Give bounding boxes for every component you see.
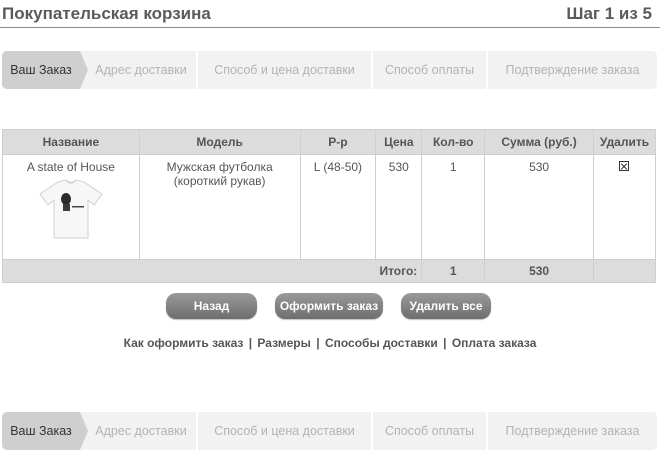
step-payment-method[interactable]: Способ оплаты [373,51,488,89]
cell-sum: 530 [484,154,594,260]
step-delivery-method[interactable]: Способ и цена доставки [198,412,373,450]
link-separator: | [316,336,320,350]
product-name-link[interactable]: A state of House [3,160,139,174]
column-header-sum: Сумма (руб.) [484,129,594,155]
page-title: Покупательская корзина [2,4,211,23]
cell-qty[interactable]: 1 [421,154,486,260]
table-header-row: Название Модель Р-р Цена Кол-во Сумма (р… [2,129,657,155]
cell-size: L (48-50) [299,154,377,260]
step-confirmation[interactable]: Подтверждение заказа [488,51,657,89]
cell-price: 530 [375,154,423,260]
step-delivery-address[interactable]: Адрес доставки [80,51,198,89]
help-links: Как оформить заказ | Размеры | Способы д… [0,336,660,350]
link-separator: | [248,336,253,350]
step-payment-method[interactable]: Способ оплаты [373,412,488,450]
cell-product: A state of House [2,154,140,260]
steps-bar-top: Ваш Заказ Адрес доставки Способ и цена д… [2,51,657,89]
link-how-to-order[interactable]: Как оформить заказ [124,336,244,350]
column-header-price: Цена [375,129,423,155]
column-header-name: Название [2,129,140,155]
link-separator: | [443,336,447,350]
total-row: Итого: 1 530 [1,259,657,283]
steps-bar-bottom: Ваш Заказ Адрес доставки Способ и цена д… [2,412,657,450]
column-header-size: Р-р [299,129,377,155]
back-button[interactable]: Назад [166,293,257,319]
step-indicator: Шаг 1 из 5 [566,4,652,23]
column-header-qty: Кол-во [421,129,486,155]
checkout-button[interactable]: Оформить заказ [275,293,383,319]
tshirt-icon[interactable] [36,178,106,240]
link-payment[interactable]: Оплата заказа [452,336,537,350]
link-sizes[interactable]: Размеры [257,336,310,350]
link-delivery-methods[interactable]: Способы доставки [325,336,438,350]
step-confirmation[interactable]: Подтверждение заказа [488,412,657,450]
column-header-delete: Удалить [592,129,657,155]
total-sum: 530 [484,259,594,283]
page-header: Покупательская корзина Шаг 1 из 5 [0,0,660,28]
total-empty-cell [592,259,657,283]
cart-table: Название Модель Р-р Цена Кол-во Сумма (р… [1,129,657,283]
delete-all-button[interactable]: Удалить все [401,293,491,319]
table-row: A state of House Мужская футболка (корот… [2,154,657,260]
delete-checkbox[interactable] [619,161,630,171]
step-delivery-address[interactable]: Адрес доставки [80,412,198,450]
step-your-order[interactable]: Ваш Заказ [2,51,88,89]
cell-model: Мужская футболка (короткий рукав) [138,154,301,260]
total-qty: 1 [421,259,486,283]
cell-delete [592,154,657,260]
step-delivery-method[interactable]: Способ и цена доставки [198,51,373,89]
total-label: Итого: [1,259,423,283]
column-header-model: Модель [138,129,301,155]
step-your-order[interactable]: Ваш Заказ [2,412,88,450]
